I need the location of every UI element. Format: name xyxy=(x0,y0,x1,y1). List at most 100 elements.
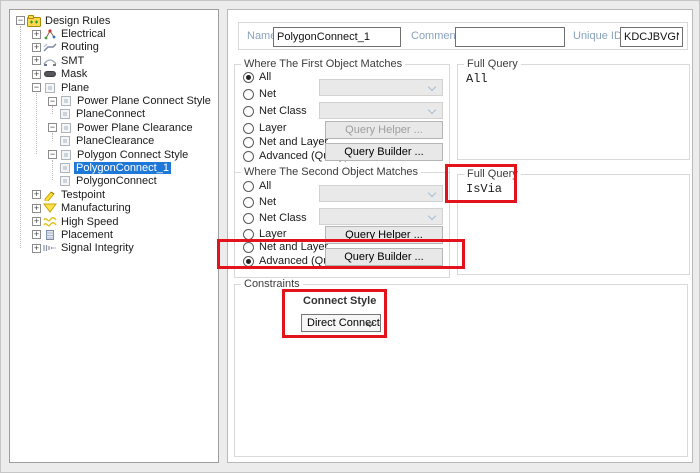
tree-item-electrical[interactable]: +Electrical xyxy=(10,27,218,40)
radio-net-and-layer[interactable]: Net and Layer xyxy=(243,135,328,149)
mask-icon xyxy=(43,68,57,80)
group-title: Constraints xyxy=(241,278,303,290)
radio-icon[interactable] xyxy=(243,123,254,134)
tree-item-polygon-connect-style[interactable]: −Polygon Connect Style xyxy=(10,148,218,161)
radio-net-class[interactable]: Net Class xyxy=(243,104,307,118)
comment-label: Comment xyxy=(411,23,459,49)
name-label: Name xyxy=(247,23,276,49)
tree-item-signal-integrity[interactable]: +Signal Integrity xyxy=(10,242,218,255)
group-title: Full Query xyxy=(464,58,521,70)
routing-icon xyxy=(43,41,57,53)
high-speed-icon xyxy=(43,216,57,228)
expander-icon[interactable]: − xyxy=(16,16,25,25)
tree-item-manufacturing[interactable]: +Manufacturing xyxy=(10,201,218,214)
rule-icon xyxy=(58,162,72,174)
radio-net-and-layer[interactable]: Net and Layer xyxy=(243,240,328,254)
rule-icon xyxy=(58,175,72,187)
expander-icon[interactable]: − xyxy=(48,150,57,159)
plane-rule-icon xyxy=(43,82,57,94)
expander-icon[interactable]: + xyxy=(32,230,41,239)
chevron-down-icon xyxy=(428,106,436,114)
tree-item-plane[interactable]: −Plane xyxy=(10,81,218,94)
chevron-down-icon xyxy=(428,83,436,91)
tree-item-routing[interactable]: +Routing xyxy=(10,41,218,54)
query-builder-button[interactable]: Query Builder ... xyxy=(325,248,443,266)
tree-item-design-rules[interactable]: −Design Rules xyxy=(10,14,218,27)
net-dropdown xyxy=(319,79,443,96)
rule-icon xyxy=(58,108,72,120)
first-object-matches-group: Where The First Object Matches All Net N… xyxy=(234,64,450,176)
radio-icon[interactable] xyxy=(243,72,254,83)
connect-style-dropdown[interactable]: Direct Connect xyxy=(301,314,381,332)
constraints-group: Constraints Connect Style Direct Connect xyxy=(234,284,688,457)
rules-tree: −Design Rules +Electrical +Routing +SMT … xyxy=(10,10,218,255)
radio-all[interactable]: All xyxy=(243,179,271,193)
rules-folder-icon xyxy=(27,15,41,27)
tree-item-planeclearance[interactable]: PlaneClearance xyxy=(10,135,218,148)
smt-icon xyxy=(43,55,57,67)
expander-icon[interactable]: + xyxy=(32,217,41,226)
rule-type-icon xyxy=(59,95,73,107)
group-title: Where The First Object Matches xyxy=(241,58,405,70)
expander-icon[interactable]: + xyxy=(32,204,41,213)
tree-item-mask[interactable]: +Mask xyxy=(10,68,218,81)
tree-item-planeconnect-1[interactable]: PlaneConnect xyxy=(10,108,218,121)
expander-icon[interactable]: − xyxy=(32,83,41,92)
radio-icon[interactable] xyxy=(243,137,254,148)
chevron-down-icon xyxy=(428,189,436,197)
radio-net-class[interactable]: Net Class xyxy=(243,211,307,225)
expander-icon[interactable]: + xyxy=(32,30,41,39)
rule-editor-panel: Name Comment Unique ID Where The First O… xyxy=(227,9,693,463)
radio-all[interactable]: All xyxy=(243,70,271,84)
radio-icon[interactable] xyxy=(243,256,254,267)
group-title: Full Query xyxy=(464,168,521,180)
rules-tree-panel: −Design Rules +Electrical +Routing +SMT … xyxy=(9,9,219,463)
expander-icon[interactable]: + xyxy=(32,190,41,199)
comment-input[interactable] xyxy=(455,27,565,47)
rule-header-group: Name Comment Unique ID xyxy=(238,22,688,50)
radio-icon[interactable] xyxy=(243,89,254,100)
radio-icon[interactable] xyxy=(243,197,254,208)
unique-id-label: Unique ID xyxy=(573,23,622,49)
chevron-down-icon xyxy=(428,212,436,220)
query-helper-button[interactable]: Query Helper ... xyxy=(325,226,443,244)
name-input[interactable] xyxy=(273,27,401,47)
radio-icon[interactable] xyxy=(243,106,254,117)
tree-item-power-plane-clearance[interactable]: −Power Plane Clearance xyxy=(10,121,218,134)
expander-icon[interactable]: + xyxy=(32,70,41,79)
unique-id-input[interactable] xyxy=(620,27,683,47)
tree-item-polygonconnect[interactable]: PolygonConnect xyxy=(10,175,218,188)
tree-item-polygonconnect-1[interactable]: PolygonConnect_1 xyxy=(10,161,218,174)
signal-integrity-icon xyxy=(43,242,57,254)
full-query-second-value: IsVia xyxy=(466,182,502,196)
connect-style-label: Connect Style xyxy=(303,295,376,307)
radio-icon[interactable] xyxy=(243,151,254,162)
expander-icon[interactable]: + xyxy=(32,56,41,65)
electrical-icon xyxy=(43,28,57,40)
radio-net[interactable]: Net xyxy=(243,195,276,209)
tree-item-smt[interactable]: +SMT xyxy=(10,54,218,67)
rule-icon xyxy=(58,135,72,147)
tree-item-high-speed[interactable]: +High Speed xyxy=(10,215,218,228)
radio-net[interactable]: Net xyxy=(243,87,276,101)
radio-icon[interactable] xyxy=(243,242,254,253)
radio-layer[interactable]: Layer xyxy=(243,227,287,241)
expander-icon[interactable]: + xyxy=(32,244,41,253)
radio-icon[interactable] xyxy=(243,213,254,224)
radio-icon[interactable] xyxy=(243,229,254,240)
radio-icon[interactable] xyxy=(243,181,254,192)
query-builder-button[interactable]: Query Builder ... xyxy=(325,143,443,161)
net-class-dropdown xyxy=(319,208,443,225)
rule-type-icon xyxy=(59,149,73,161)
testpoint-icon xyxy=(43,189,57,201)
expander-icon[interactable]: − xyxy=(48,97,57,106)
radio-layer[interactable]: Layer xyxy=(243,121,287,135)
placement-icon xyxy=(43,229,57,241)
expander-icon[interactable]: − xyxy=(48,123,57,132)
tree-item-testpoint[interactable]: +Testpoint xyxy=(10,188,218,201)
expander-icon[interactable]: + xyxy=(32,43,41,52)
tree-item-power-plane-connect-style[interactable]: −Power Plane Connect Style xyxy=(10,94,218,107)
tree-item-placement[interactable]: +Placement xyxy=(10,228,218,241)
full-query-second-group: Full Query IsVia xyxy=(457,174,690,275)
net-dropdown xyxy=(319,185,443,202)
